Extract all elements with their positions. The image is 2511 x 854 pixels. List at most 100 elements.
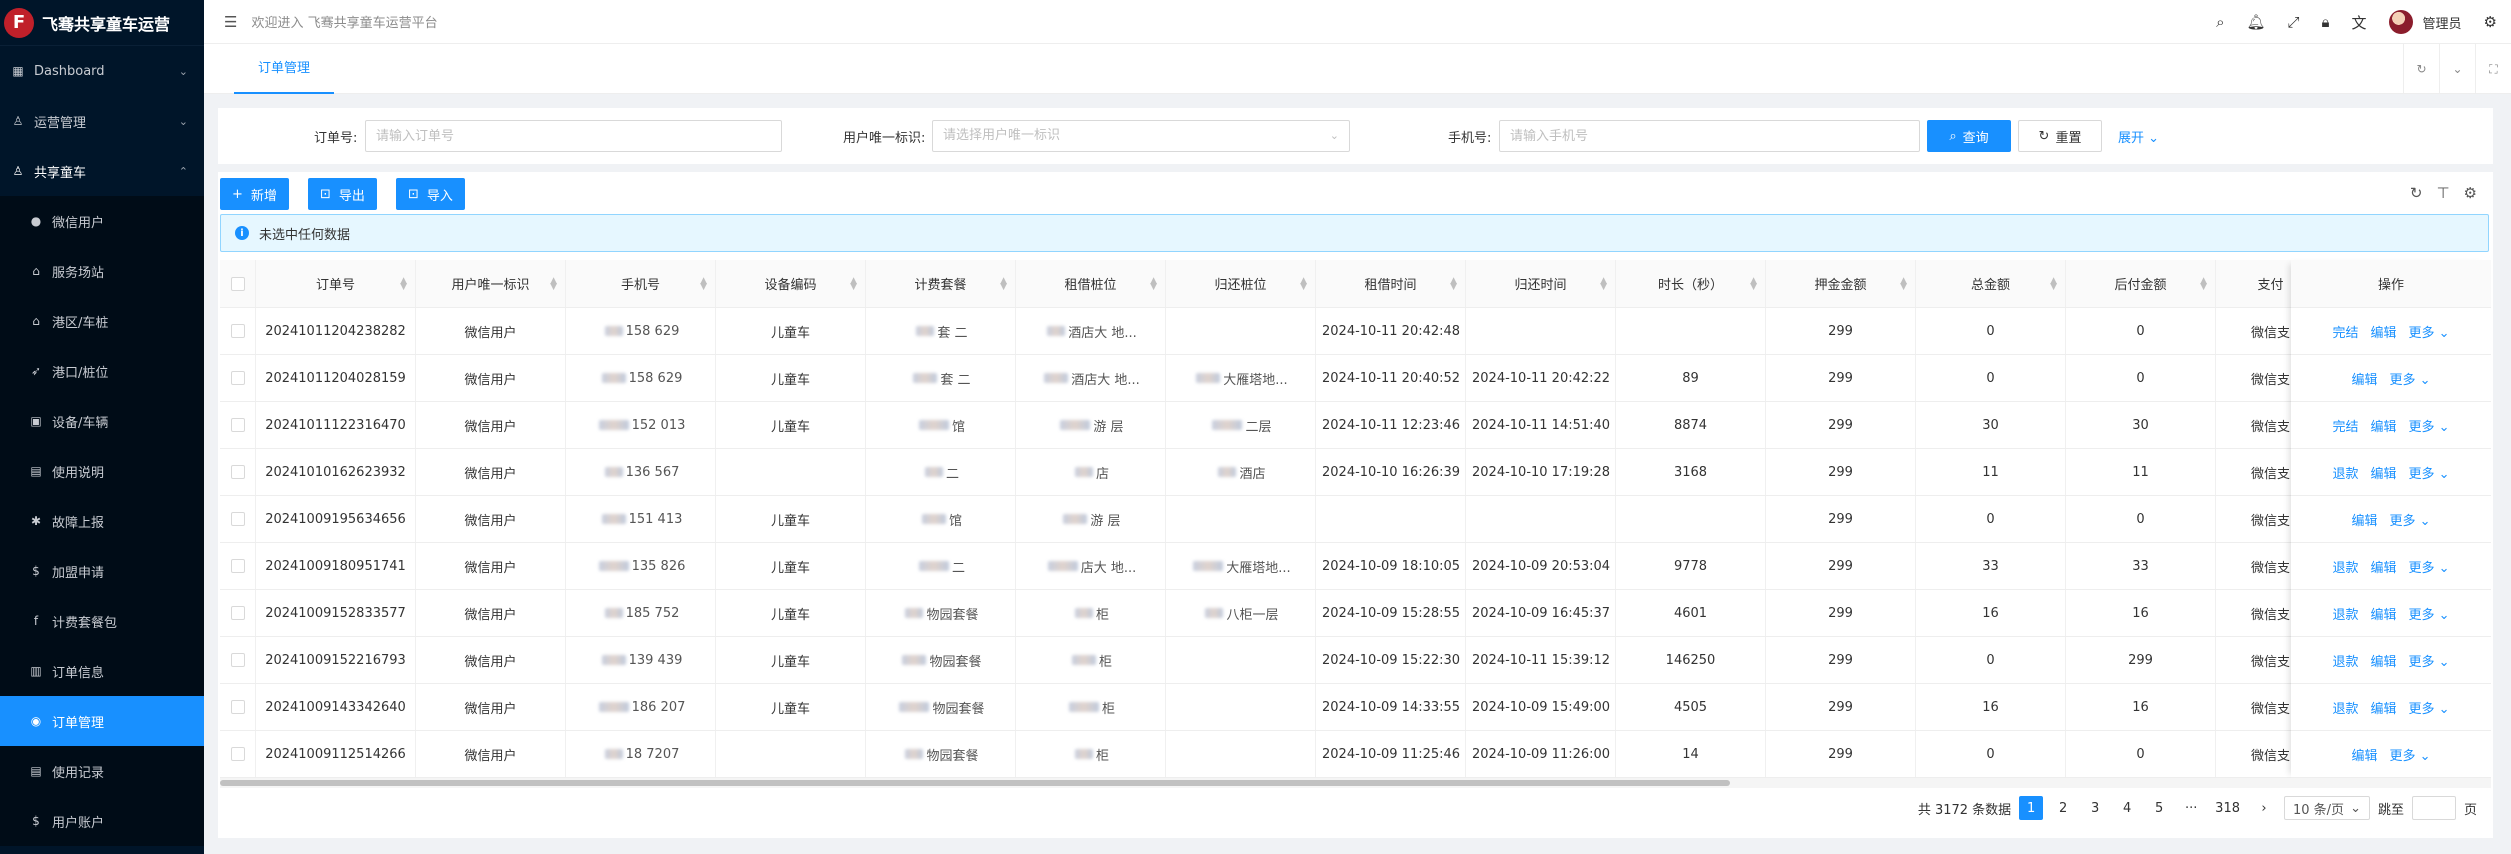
action-edit[interactable]: 编辑 [2351, 745, 2377, 764]
sort-icon[interactable]: ▲ ▼ [1150, 276, 1157, 291]
phone-input[interactable] [1499, 120, 1920, 152]
export-button[interactable]: ⊡ 导出 [308, 178, 377, 210]
column-header[interactable]: 归还桩位 ▲ ▼ [1166, 260, 1316, 307]
sidebar-item-instructions[interactable]: ▤ 使用说明 [0, 446, 204, 496]
column-header[interactable]: 手机号 ▲ ▼ [566, 260, 716, 307]
sort-icon[interactable]: ▲ ▼ [550, 276, 557, 291]
row-checkbox[interactable] [230, 465, 245, 479]
expand-icon[interactable]: ⛶ [2475, 44, 2511, 94]
select-all-checkbox[interactable] [230, 276, 245, 291]
action-finish[interactable]: 完结 [2332, 416, 2358, 435]
import-button[interactable]: ⊡ 导入 [396, 178, 465, 210]
page-2[interactable]: 2 [2051, 796, 2075, 820]
sidebar-item-pile-positions[interactable]: ➶ 港口/桩位 [0, 346, 204, 396]
column-header[interactable]: 用户唯一标识 ▲ ▼ [416, 260, 566, 307]
sort-icon[interactable]: ▲ ▼ [850, 276, 857, 291]
lock-icon[interactable]: 🔒︎ [2322, 13, 2330, 31]
row-checkbox[interactable] [230, 747, 245, 761]
logo[interactable]: F 飞骞共享童车运营 [0, 0, 204, 46]
column-header[interactable]: 押金金额 ▲ ▼ [1766, 260, 1916, 307]
action-edit[interactable]: 编辑 [2351, 369, 2377, 388]
menu-fold-icon[interactable]: ☰ [224, 13, 237, 31]
sort-icon[interactable]: ▲ ▼ [1750, 276, 1757, 291]
refresh-icon[interactable]: ↻ [2410, 184, 2423, 202]
sidebar-item-order-info[interactable]: ▥ 订单信息 [0, 646, 204, 696]
user-menu[interactable]: 管理员 [2388, 10, 2462, 34]
action-more[interactable]: 更多 ⌄ [2389, 510, 2430, 529]
page-size-select[interactable]: 10 条/页 ⌄ [2284, 796, 2370, 820]
action-edit[interactable]: 编辑 [2370, 651, 2396, 670]
fullscreen-icon[interactable]: ⤢ [2288, 13, 2300, 31]
sidebar-item-wechat-users[interactable]: ● 微信用户 [0, 196, 204, 246]
action-more[interactable]: 更多 ⌄ [2389, 745, 2430, 764]
column-header[interactable]: 租借时间 ▲ ▼ [1316, 260, 1466, 307]
action-edit[interactable]: 编辑 [2370, 604, 2396, 623]
chevron-down-icon[interactable]: ⌄ [2439, 44, 2475, 94]
sidebar-item-order-management[interactable]: ◉ 订单管理 [0, 696, 204, 746]
action-edit[interactable]: 编辑 [2370, 463, 2396, 482]
bell-icon[interactable]: 🔔︎ [2246, 13, 2265, 31]
column-header[interactable]: 租借桩位 ▲ ▼ [1016, 260, 1166, 307]
action-refund[interactable]: 退款 [2332, 651, 2358, 670]
page-3[interactable]: 3 [2083, 796, 2107, 820]
action-more[interactable]: 更多 ⌄ [2409, 698, 2450, 717]
page-5[interactable]: 5 [2147, 796, 2171, 820]
expand-toggle[interactable]: 展开 ⌄ [2118, 127, 2159, 146]
action-edit[interactable]: 编辑 [2370, 557, 2396, 576]
sort-icon[interactable]: ▲ ▼ [1900, 276, 1907, 291]
action-more[interactable]: 更多 ⌄ [2409, 651, 2450, 670]
sort-icon[interactable]: ▲ ▼ [1000, 276, 1007, 291]
sidebar-item-devices[interactable]: ▣ 设备/车辆 [0, 396, 204, 446]
action-edit[interactable]: 编辑 [2370, 698, 2396, 717]
action-more[interactable]: 更多 ⌄ [2409, 416, 2450, 435]
row-checkbox[interactable] [230, 512, 245, 526]
sort-icon[interactable]: ▲ ▼ [1600, 276, 1607, 291]
action-refund[interactable]: 退款 [2332, 604, 2358, 623]
uid-select[interactable]: 请选择用户唯一标识 ⌄ [932, 120, 1350, 152]
action-finish[interactable]: 完结 [2332, 322, 2358, 341]
action-more[interactable]: 更多 ⌄ [2409, 557, 2450, 576]
row-checkbox[interactable] [230, 418, 245, 432]
settings-icon[interactable]: ⚙ [2464, 184, 2477, 202]
action-more[interactable]: 更多 ⌄ [2409, 322, 2450, 341]
page-jump-input[interactable] [2411, 796, 2456, 820]
sidebar-item-franchise[interactable]: $ 加盟申请 [0, 546, 204, 596]
column-header[interactable]: 设备编码 ▲ ▼ [716, 260, 866, 307]
sort-icon[interactable]: ▲ ▼ [400, 276, 407, 291]
sort-icon[interactable]: ▲ ▼ [2050, 276, 2057, 291]
sort-icon[interactable]: ▲ ▼ [700, 276, 707, 291]
reset-button[interactable]: ↻ 重置 [2018, 120, 2102, 152]
query-button[interactable]: ⌕ 查询 [1927, 120, 2011, 152]
translate-icon[interactable]: 文 [2352, 12, 2367, 33]
action-edit[interactable]: 编辑 [2370, 416, 2396, 435]
action-refund[interactable]: 退款 [2332, 463, 2358, 482]
column-header[interactable]: 归还时间 ▲ ▼ [1466, 260, 1616, 307]
sort-icon[interactable]: ▲ ▼ [2200, 276, 2207, 291]
sidebar-item-usage-records[interactable]: ▤ 使用记录 [0, 746, 204, 796]
page-ellipsis[interactable]: ··· [2179, 796, 2203, 820]
sort-icon[interactable]: ▲ ▼ [1450, 276, 1457, 291]
gear-icon[interactable]: ⚙ [2484, 13, 2497, 31]
page-4[interactable]: 4 [2115, 796, 2139, 820]
page-last[interactable]: 318 [2211, 796, 2244, 820]
sidebar-group-shared-strollers[interactable]: ♙ 共享童车 ⌃ [0, 146, 204, 196]
column-height-icon[interactable]: ⊤ [2436, 184, 2449, 202]
column-header[interactable]: 后付金额 ▲ ▼ [2066, 260, 2216, 307]
column-header[interactable]: 总金额 ▲ ▼ [1916, 260, 2066, 307]
action-edit[interactable]: 编辑 [2351, 510, 2377, 529]
action-refund[interactable]: 退款 [2332, 557, 2358, 576]
sidebar-item-user-accounts[interactable]: $ 用户账户 [0, 796, 204, 846]
sidebar-item-fault-report[interactable]: ✱ 故障上报 [0, 496, 204, 546]
sidebar-item-billing-plans[interactable]: f 计费套餐包 [0, 596, 204, 646]
row-checkbox[interactable] [230, 606, 245, 620]
sort-icon[interactable]: ▲ ▼ [1300, 276, 1307, 291]
next-page-icon[interactable]: › [2252, 796, 2276, 820]
row-checkbox[interactable] [230, 700, 245, 714]
search-icon[interactable]: ⌕ [2216, 13, 2224, 31]
refresh-icon[interactable]: ↻ [2403, 44, 2439, 94]
action-more[interactable]: 更多 ⌄ [2409, 463, 2450, 482]
row-checkbox[interactable] [230, 653, 245, 667]
horizontal-scrollbar[interactable] [220, 778, 2491, 788]
action-more[interactable]: 更多 ⌄ [2389, 369, 2430, 388]
action-more[interactable]: 更多 ⌄ [2409, 604, 2450, 623]
